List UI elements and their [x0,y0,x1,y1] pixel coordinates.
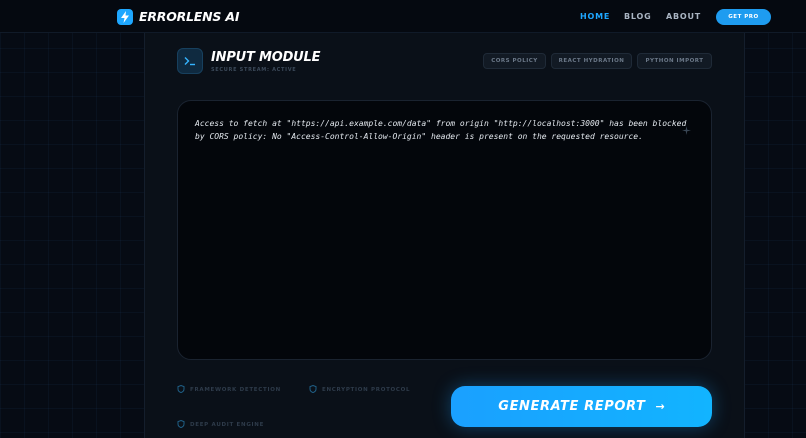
get-pro-button[interactable]: GET PRO [716,9,771,25]
preset-chip-python-import[interactable]: PYTHON IMPORT [637,53,712,69]
feature-label: ENCRYPTION PROTOCOL [322,387,411,393]
nav-link-about[interactable]: ABOUT [666,12,701,21]
error-input-textarea[interactable]: Access to fetch at "https://api.example.… [177,100,712,360]
module-title: INPUT MODULE [211,50,321,65]
generate-report-label: GENERATE REPORT [498,399,646,414]
module-status: SECURE STREAM: ACTIVE [211,67,297,73]
error-input-text: Access to fetch at "https://api.example.… [195,119,692,141]
terminal-icon [177,48,203,74]
feature-deep-audit-engine: DEEP AUDIT ENGINE [177,419,265,430]
brand-name: ERRORLENS AI [139,9,240,24]
nav-link-home[interactable]: HOME [580,12,610,21]
feature-label: FRAMEWORK DETECTION [190,387,281,393]
nav-link-blog[interactable]: BLOG [624,12,651,21]
sparkle-icon [682,120,691,135]
shield-icon [309,384,317,395]
feature-encryption-protocol: ENCRYPTION PROTOCOL [309,384,411,395]
shield-icon [177,384,185,395]
feature-label: DEEP AUDIT ENGINE [190,422,265,428]
arrow-right-icon: → [655,400,665,413]
preset-chip-cors-policy[interactable]: CORS POLICY [483,53,546,69]
generate-report-button[interactable]: GENERATE REPORT → [451,386,712,427]
preset-chip-react-hydration[interactable]: REACT HYDRATION [551,53,632,69]
brand-logo[interactable]: ERRORLENS AI [117,8,239,25]
bolt-icon [117,8,133,25]
top-navbar: ERRORLENS AI HOME BLOG ABOUT GET PRO [0,0,806,33]
feature-framework-detection: FRAMEWORK DETECTION [177,384,281,395]
shield-icon [177,419,185,430]
